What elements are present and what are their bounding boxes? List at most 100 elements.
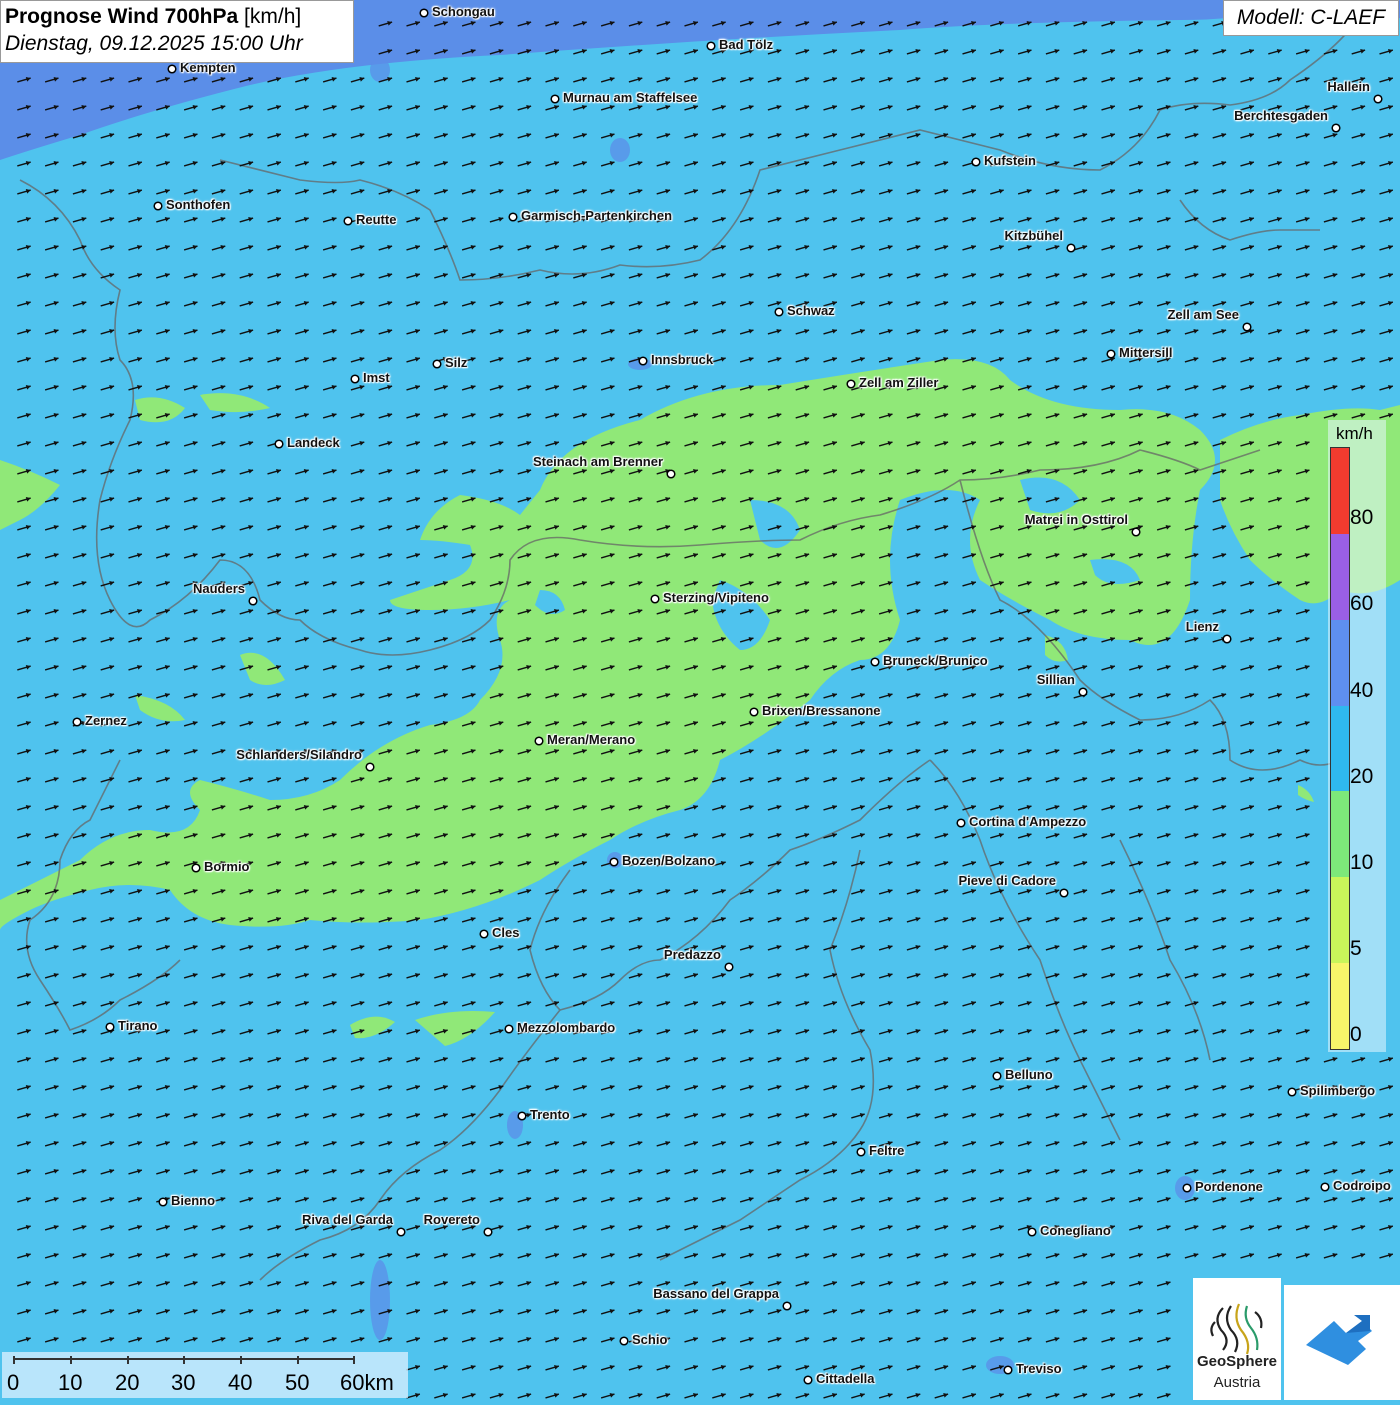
city-label[interactable]: Sterzing/Vipiteno <box>663 590 769 605</box>
city-label[interactable]: Mezzolombardo <box>517 1020 615 1035</box>
city-label[interactable]: Schlanders/Silandro <box>236 747 362 762</box>
city-label[interactable]: Pieve di Cadore <box>958 873 1056 888</box>
city-label[interactable]: Imst <box>363 370 390 385</box>
scale-label: 30 <box>171 1370 196 1395</box>
city-label[interactable]: Bad Tölz <box>719 37 773 52</box>
scale-tick <box>183 1356 185 1364</box>
legend-tick-label: 20 <box>1350 765 1374 788</box>
city-label[interactable]: Zernez <box>85 713 127 728</box>
city-marker <box>343 216 353 226</box>
city-label[interactable]: Garmisch-Partenkirchen <box>521 208 672 223</box>
city-label[interactable]: Brixen/Bressanone <box>762 703 881 718</box>
scale-tick <box>240 1356 242 1364</box>
city-marker <box>774 307 784 317</box>
city-marker <box>1078 687 1088 697</box>
city-label[interactable]: Silz <box>445 355 467 370</box>
city-marker <box>248 596 258 606</box>
city-marker <box>153 201 163 211</box>
city-label[interactable]: Belluno <box>1005 1067 1053 1082</box>
city-label[interactable]: Conegliano <box>1040 1223 1111 1238</box>
city-marker <box>550 94 560 104</box>
city-marker <box>508 212 518 222</box>
legend-color-segment <box>1331 791 1349 879</box>
city-label[interactable]: Cles <box>492 925 519 940</box>
legend-color-segment <box>1331 448 1349 536</box>
legend-tick-label: 5 <box>1350 937 1362 960</box>
city-label[interactable]: Predazzo <box>664 947 721 962</box>
city-label[interactable]: Cittadella <box>816 1371 875 1386</box>
city-label[interactable]: Zell am See <box>1167 307 1239 322</box>
legend-color-segment <box>1331 877 1349 965</box>
city-label[interactable]: Murnau am Staffelsee <box>563 90 697 105</box>
city-marker <box>1027 1227 1037 1237</box>
city-marker <box>1106 349 1116 359</box>
city-marker <box>749 707 759 717</box>
city-label[interactable]: Schwaz <box>787 303 835 318</box>
logo-name: GeoSphere <box>1196 1353 1278 1370</box>
scale-label: 40 <box>228 1370 253 1395</box>
city-label[interactable]: Codroipo <box>1333 1178 1391 1193</box>
city-marker <box>167 64 177 74</box>
city-label[interactable]: Landeck <box>287 435 340 450</box>
city-marker <box>609 857 619 867</box>
city-label[interactable]: Hallein <box>1327 79 1370 94</box>
city-label[interactable]: Bienno <box>171 1193 215 1208</box>
city-label[interactable]: Meran/Merano <box>547 732 635 747</box>
city-label[interactable]: Zell am Ziller <box>859 375 938 390</box>
city-label[interactable]: Riva del Garda <box>302 1212 393 1227</box>
city-marker <box>803 1375 813 1385</box>
scale-label: 10 <box>58 1370 83 1395</box>
legend-color-segment <box>1331 619 1349 708</box>
city-label[interactable]: Spilimbergo <box>1300 1083 1375 1098</box>
city-marker <box>72 717 82 727</box>
city-marker <box>724 962 734 972</box>
city-marker <box>191 863 201 873</box>
city-label[interactable]: Bozen/Bolzano <box>622 853 715 868</box>
city-marker <box>365 762 375 772</box>
city-marker <box>1059 888 1069 898</box>
city-label[interactable]: Kitzbühel <box>1005 228 1064 243</box>
city-marker <box>1003 1365 1013 1375</box>
legend-tick-label: 40 <box>1350 679 1374 702</box>
city-label[interactable]: Bruneck/Brunico <box>883 653 988 668</box>
app-logo[interactable] <box>1284 1285 1400 1400</box>
city-label[interactable]: Berchtesgaden <box>1234 108 1328 123</box>
city-marker <box>396 1227 406 1237</box>
city-label[interactable]: Cortina d'Ampezzo <box>969 814 1086 829</box>
city-label[interactable]: Lienz <box>1186 619 1219 634</box>
city-marker <box>1182 1183 1192 1193</box>
city-label[interactable]: Steinach am Brenner <box>533 454 663 469</box>
city-marker <box>782 1301 792 1311</box>
city-label[interactable]: Sonthofen <box>166 197 230 212</box>
city-label[interactable]: Schongau <box>432 4 495 19</box>
city-marker <box>1222 634 1232 644</box>
city-label[interactable]: Matrei in Osttirol <box>1025 512 1128 527</box>
logo-subtitle: Austria <box>1213 1374 1261 1391</box>
city-label[interactable]: Mittersill <box>1119 345 1172 360</box>
city-marker <box>1131 527 1141 537</box>
city-marker <box>992 1071 1002 1081</box>
city-label[interactable]: Sillian <box>1037 672 1075 687</box>
city-label[interactable]: Schio <box>632 1332 667 1347</box>
scale-label: 50 <box>285 1370 310 1395</box>
city-marker <box>1242 322 1252 332</box>
city-label[interactable]: Kempten <box>180 60 236 75</box>
city-label[interactable]: Feltre <box>869 1143 904 1158</box>
city-label[interactable]: Innsbruck <box>651 352 713 367</box>
city-marker <box>956 818 966 828</box>
city-label[interactable]: Rovereto <box>424 1212 480 1227</box>
model-label: Modell: C-LAEF <box>1223 0 1399 36</box>
city-label[interactable]: Bormio <box>204 859 250 874</box>
city-marker <box>856 1147 866 1157</box>
city-label[interactable]: Bassano del Grappa <box>653 1286 779 1301</box>
city-label[interactable]: Tirano <box>118 1018 158 1033</box>
city-label[interactable]: Treviso <box>1016 1361 1062 1376</box>
city-marker <box>274 439 284 449</box>
city-label[interactable]: Nauders <box>193 581 245 596</box>
city-label[interactable]: Reutte <box>356 212 396 227</box>
legend-tick-label: 10 <box>1350 851 1374 874</box>
city-label[interactable]: Kufstein <box>984 153 1036 168</box>
city-label[interactable]: Trento <box>530 1107 570 1122</box>
city-marker <box>666 469 676 479</box>
city-label[interactable]: Pordenone <box>1195 1179 1263 1194</box>
